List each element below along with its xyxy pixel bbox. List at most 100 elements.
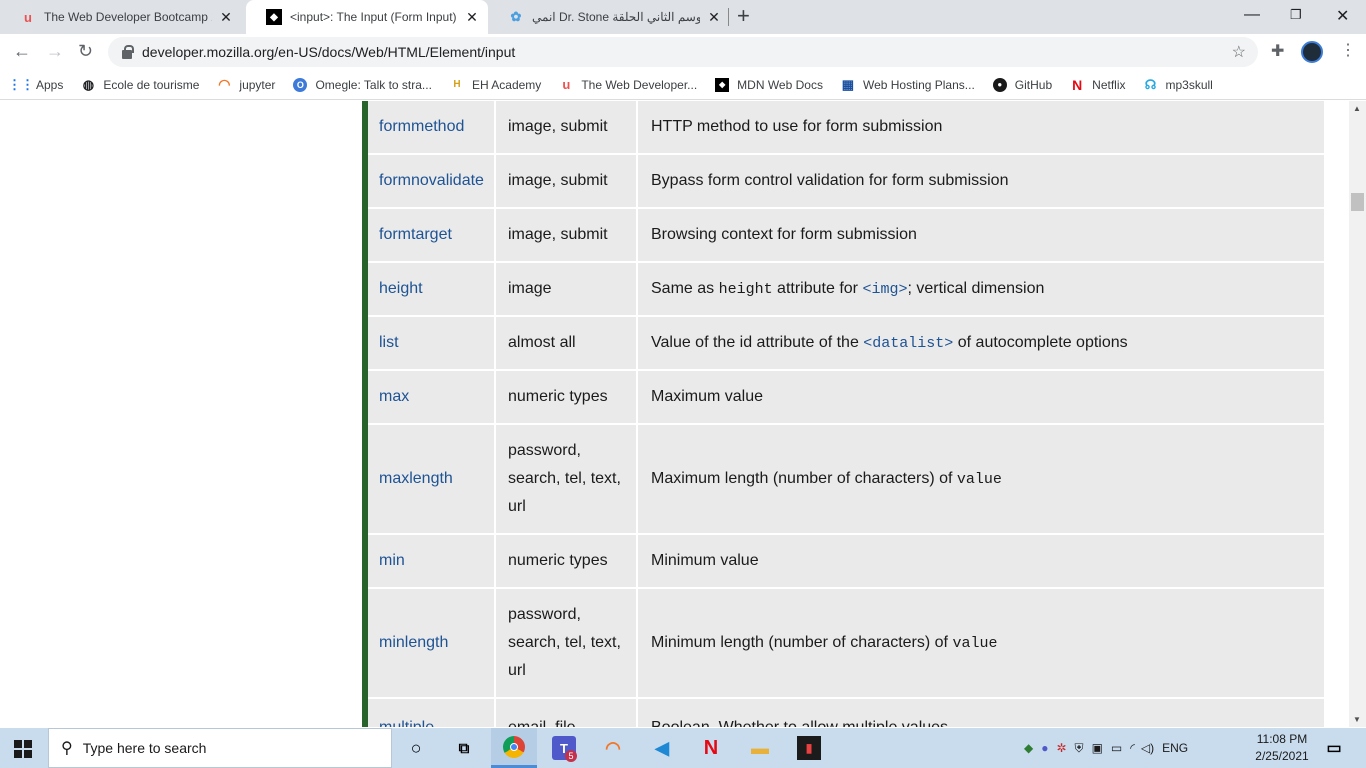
bookmark-hosting[interactable]: ▦ Web Hosting Plans... <box>841 76 975 92</box>
tray-monitor-icon[interactable]: ▣ <box>1092 741 1103 755</box>
bookmark-ecole[interactable]: ◍ Ecole de tourisme <box>81 76 200 92</box>
table-row: min numeric types Minimum value <box>368 535 1324 589</box>
attribute-link[interactable]: minlength <box>379 634 448 652</box>
close-tab-icon[interactable]: ✕ <box>464 9 480 26</box>
reload-icon[interactable]: ↻ <box>78 42 93 60</box>
types-cell: numeric types <box>496 535 638 587</box>
taskbar-search-box[interactable]: ⚲ Type here to search <box>48 728 392 768</box>
bookmark-apps[interactable]: ⋮⋮ Apps <box>8 76 63 92</box>
scroll-down-icon[interactable]: ▼ <box>1353 715 1361 724</box>
bookmark-star-icon[interactable]: ☆ <box>1232 42 1246 62</box>
wifi-icon[interactable]: ◜ <box>1130 741 1135 755</box>
bookmark-mdn[interactable]: ◆ MDN Web Docs <box>715 77 823 92</box>
apps-grid-icon: ⋮⋮ <box>8 76 34 92</box>
mp3skull-icon: ☊ <box>1144 76 1157 92</box>
description-text: HTTP method to use for form submission <box>651 118 943 135</box>
code-link[interactable]: <datalist> <box>863 335 953 352</box>
table-row: formmethod image, submit HTTP method to us… <box>368 101 1324 155</box>
restore-icon[interactable]: ❐ <box>1290 7 1302 23</box>
types-cell: numeric types <box>496 371 638 423</box>
bookmark-netflix[interactable]: N Netflix <box>1070 77 1125 93</box>
language-indicator[interactable]: ENG <box>1162 741 1188 755</box>
bookmark-omegle[interactable]: O Omegle: Talk to stra... <box>293 77 432 92</box>
types-cell: image, submit <box>496 101 638 153</box>
tab-udemy[interactable]: u The Web Developer Bootcamp 2021 ✕ <box>0 0 246 34</box>
tray-shield-icon[interactable]: ⛨ <box>1075 741 1084 756</box>
attribute-link[interactable]: formnovalidate <box>379 172 484 190</box>
page-scrollbar[interactable]: ▲ ▼ <box>1349 101 1366 727</box>
deezer-icon[interactable]: ▮ <box>797 736 821 760</box>
tab-title: The Web Developer Bootcamp 2021 <box>44 10 212 24</box>
bookmark-mp3skull[interactable]: ☊ mp3skull <box>1144 76 1213 92</box>
inline-code: value <box>952 635 998 652</box>
close-tab-icon[interactable]: ✕ <box>706 9 722 26</box>
description-cell: Value of the id attribute of the <datali… <box>638 317 1324 369</box>
udemy-icon: u <box>562 77 571 92</box>
cortana-icon[interactable]: ○ <box>404 736 428 760</box>
back-icon[interactable]: ← <box>13 42 31 60</box>
teams-badge: 5 <box>565 750 577 762</box>
file-explorer-icon[interactable]: ▬ <box>748 736 772 760</box>
mdn-icon: ◆ <box>266 9 282 25</box>
windows-start-icon[interactable] <box>14 740 32 758</box>
extensions-icon[interactable]: ✚ <box>1271 43 1284 61</box>
task-view-icon[interactable]: ⧉ <box>452 736 476 760</box>
attribute-link[interactable]: min <box>379 552 405 570</box>
attribute-link[interactable]: formtarget <box>379 226 452 244</box>
minimize-icon[interactable]: — <box>1244 6 1260 24</box>
attribute-cell: minlength <box>368 589 496 697</box>
volume-icon[interactable]: ◁) <box>1141 741 1154 755</box>
menu-icon[interactable]: ⋮ <box>1340 42 1356 60</box>
attribute-cell: multiple <box>368 699 496 727</box>
close-window-icon[interactable]: ✕ <box>1336 6 1349 26</box>
description-cell: Maximum length (number of characters) of… <box>638 425 1324 533</box>
tray-app-icon[interactable]: ◆ <box>1024 741 1033 755</box>
hosting-icon: ▦ <box>841 76 855 92</box>
github-icon: ● <box>992 77 1007 92</box>
bookmark-eh-academy[interactable]: H EH Academy <box>450 78 541 92</box>
tab-anime[interactable]: ✿ انمي Dr. Stone الموسم الثاني الحلقة ✕ <box>488 0 728 34</box>
tray-antivirus-icon[interactable]: ✲ <box>1056 741 1066 755</box>
description-cell: Maximum value <box>638 371 1324 423</box>
types-cell: image, submit <box>496 209 638 261</box>
attribute-link[interactable]: height <box>379 280 423 298</box>
url-text[interactable]: developer.mozilla.org/en-US/docs/Web/HTM… <box>142 44 515 60</box>
attribute-link[interactable]: formmethod <box>379 118 464 136</box>
notifications-icon[interactable]: ▭ <box>1322 736 1346 760</box>
address-bar[interactable]: developer.mozilla.org/en-US/docs/Web/HTM… <box>108 37 1258 67</box>
tray-teams-icon[interactable]: ● <box>1041 741 1048 755</box>
bookmark-jupyter[interactable]: ◠ jupyter <box>217 76 275 92</box>
attribute-link[interactable]: max <box>379 388 409 406</box>
description-text: attribute for <box>772 280 863 297</box>
vscode-icon[interactable]: ◀ <box>650 736 674 760</box>
table-row: formtarget image, submit Browsing context … <box>368 209 1324 263</box>
attribute-cell: list <box>368 317 496 369</box>
anime-site-icon: ✿ <box>510 9 522 24</box>
globe-icon: ◍ <box>82 76 95 92</box>
close-tab-icon[interactable]: ✕ <box>218 9 234 26</box>
battery-icon[interactable]: ▭ <box>1111 741 1122 755</box>
taskbar-clock[interactable]: 11:08 PM 2/25/2021 <box>1252 731 1312 765</box>
bookmark-github[interactable]: ● GitHub <box>992 77 1052 92</box>
code-link[interactable]: <img> <box>862 281 907 298</box>
scroll-up-icon[interactable]: ▲ <box>1353 104 1361 113</box>
attribute-link[interactable]: list <box>379 334 399 352</box>
netflix-taskbar-icon[interactable]: N <box>699 736 723 760</box>
table-row: formnovalidate image, submit Bypass form c… <box>368 155 1324 209</box>
jupyter-taskbar-icon[interactable]: ◠ <box>601 736 625 760</box>
attribute-link[interactable]: multiple <box>379 719 434 727</box>
profile-avatar[interactable] <box>1301 41 1323 63</box>
new-tab-icon[interactable]: + <box>737 5 750 27</box>
types-cell: almost all <box>496 317 638 369</box>
tab-mdn[interactable]: ◆ <input>: The Input (Form Input) ✕ <box>246 0 488 34</box>
types-cell: password, search, tel, text, url <box>496 425 638 533</box>
scrollbar-thumb[interactable] <box>1351 193 1364 211</box>
search-placeholder: Type here to search <box>82 740 207 756</box>
chrome-taskbar-button[interactable] <box>491 728 537 768</box>
types-cell: image <box>496 263 638 315</box>
forward-icon[interactable]: → <box>46 42 64 60</box>
bookmark-webdev[interactable]: u The Web Developer... <box>559 77 697 92</box>
attribute-link[interactable]: maxlength <box>379 470 453 488</box>
tab-title: <input>: The Input (Form Input) <box>290 10 457 24</box>
tab-title: انمي Dr. Stone الموسم الثاني الحلقة <box>532 10 700 24</box>
